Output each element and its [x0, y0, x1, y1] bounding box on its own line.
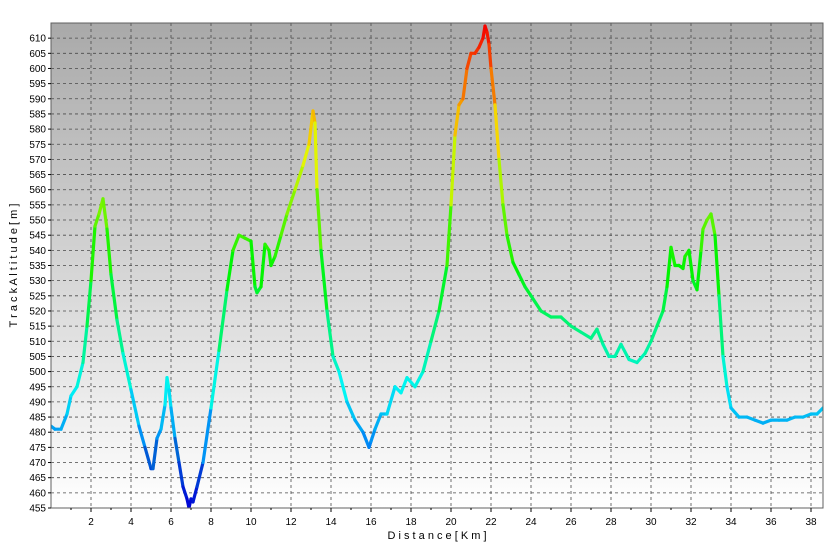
altitude-segment	[487, 42, 493, 71]
x-tick-label: 8	[208, 517, 214, 528]
y-tick-label: 470	[29, 458, 46, 469]
y-tick-label: 550	[29, 216, 46, 227]
altitude-segment	[313, 121, 319, 192]
altitude-segment	[699, 227, 705, 252]
y-tick-label: 465	[29, 473, 46, 484]
y-tick-label: 530	[29, 276, 46, 287]
x-tick-label: 24	[525, 517, 537, 528]
x-tick-label: 36	[765, 517, 777, 528]
y-tick-label: 485	[29, 413, 46, 424]
x-tick-label: 20	[445, 517, 457, 528]
y-tick-label: 480	[29, 428, 46, 439]
x-tick-label: 2	[88, 517, 94, 528]
y-tick-label: 585	[29, 109, 46, 120]
y-tick-label: 610	[29, 34, 46, 45]
x-tick-label: 16	[365, 517, 377, 528]
x-tick-label: 30	[645, 517, 657, 528]
x-tick-label: 32	[685, 517, 697, 528]
y-tick-label: 505	[29, 352, 46, 363]
altitude-segment	[311, 109, 317, 125]
y-tick-label: 460	[29, 488, 46, 499]
x-tick-label: 4	[128, 517, 134, 528]
x-tick-label: 26	[565, 517, 577, 528]
x-axis-label: D i s t a n c e [ K m ]	[387, 530, 486, 542]
altitude-chart: 455 460 465 470 475 480 485 490 495 500 505 510 515 5…	[8, 22, 824, 542]
x-tick-label: 18	[405, 517, 417, 528]
y-tick-label: 560	[29, 185, 46, 196]
y-tick-label: 510	[29, 337, 46, 348]
y-tick-label: 475	[29, 443, 46, 454]
y-tick-label: 535	[29, 261, 46, 272]
y-tick-label: 520	[29, 306, 46, 317]
x-tick-label: 10	[245, 517, 257, 528]
y-tick-label: 540	[29, 246, 46, 257]
y-tick-label: 525	[29, 291, 46, 302]
y-tick-label: 605	[29, 49, 46, 60]
altitude-segment	[681, 254, 687, 271]
y-tick-label: 555	[29, 200, 46, 211]
y-tick-label: 595	[29, 79, 46, 90]
altitude-segment	[485, 30, 491, 46]
chart-frame: 455 460 465 470 475 480 485 490 495 500 505 510 515 5…	[0, 0, 829, 543]
x-tick-label: 14	[325, 517, 337, 528]
y-tick-label: 490	[29, 397, 46, 408]
y-tick-label: 500	[29, 367, 46, 378]
y-tick-label: 455	[29, 504, 46, 515]
y-tick-label: 570	[29, 155, 46, 166]
y-tick-label: 590	[29, 94, 46, 105]
y-axis-label: T r a c k A l t i t u d e [ m ]	[8, 204, 20, 328]
x-tick-label: 38	[805, 517, 817, 528]
y-tick-label: 545	[29, 231, 46, 242]
y-tick-label: 580	[29, 125, 46, 136]
x-tick-label: 22	[485, 517, 497, 528]
x-tick-label: 34	[725, 517, 737, 528]
y-tick-label: 565	[29, 170, 46, 181]
y-tick-label: 600	[29, 64, 46, 75]
x-tick-label: 28	[605, 517, 617, 528]
altitude-segment	[165, 376, 171, 392]
altitude-segment	[167, 388, 173, 410]
y-tick-label: 495	[29, 382, 46, 393]
y-tick-label: 515	[29, 322, 46, 333]
x-tick-label: 6	[168, 517, 174, 528]
y-tick-label: 575	[29, 140, 46, 151]
x-tick-label: 12	[285, 517, 297, 528]
